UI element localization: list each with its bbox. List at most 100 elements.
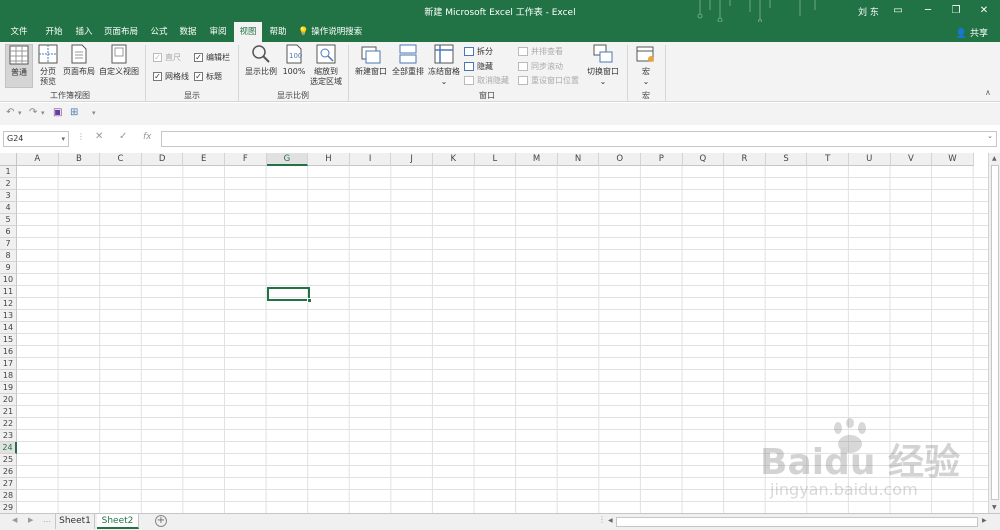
tab-view[interactable]: 视图 <box>234 22 262 42</box>
row-header[interactable]: 19 <box>0 382 17 394</box>
column-header[interactable]: J <box>391 153 433 166</box>
row-header[interactable]: 20 <box>0 394 17 406</box>
column-header[interactable]: Q <box>682 153 725 166</box>
column-header[interactable]: E <box>183 153 225 166</box>
restore-button[interactable]: ❐ <box>948 3 964 19</box>
close-button[interactable]: ✕ <box>976 3 992 19</box>
reset-position-button[interactable]: 重设窗口位置 <box>518 75 579 86</box>
more-sheets-icon[interactable]: … <box>43 515 51 524</box>
cancel-icon[interactable]: ✕ <box>95 131 103 142</box>
name-box[interactable]: G24 ▾ <box>3 131 69 147</box>
column-header[interactable]: B <box>58 153 101 166</box>
formula-bar-checkbox[interactable]: ✓ 编辑栏 <box>194 52 230 63</box>
hide-button[interactable]: 隐藏 <box>464 61 493 72</box>
more-options-icon[interactable]: ⋮ <box>77 132 85 141</box>
next-sheet-icon[interactable]: ▶ <box>28 516 33 524</box>
row-header[interactable]: 8 <box>0 250 17 262</box>
column-header[interactable]: L <box>474 153 517 166</box>
save-icon[interactable]: ▣ <box>53 107 62 118</box>
row-header[interactable]: 10 <box>0 274 17 286</box>
column-header[interactable]: T <box>807 153 849 166</box>
macros-button[interactable]: 宏 ⌄ <box>632 44 660 87</box>
freeze-panes-button[interactable]: 冻结窗格 ⌄ <box>427 44 461 87</box>
sheet-tab-sheet2[interactable]: Sheet2 <box>97 514 139 529</box>
row-header[interactable]: 24 <box>0 442 17 454</box>
user-name[interactable]: 刘 东 <box>858 5 879 18</box>
new-window-button[interactable]: 新建窗口 <box>353 44 389 77</box>
tab-help[interactable]: 帮助 <box>264 22 292 42</box>
column-header[interactable]: P <box>641 153 683 166</box>
row-header[interactable]: 28 <box>0 490 17 502</box>
tab-page-layout[interactable]: 页面布局 <box>101 22 141 42</box>
sync-scroll-button[interactable]: 同步滚动 <box>518 61 563 72</box>
ruler-checkbox[interactable]: ✓ 直尺 <box>153 52 181 63</box>
prev-sheet-icon[interactable]: ◀ <box>12 516 17 524</box>
tab-home[interactable]: 开始 <box>39 22 69 42</box>
sheet-tab-sheet1[interactable]: Sheet1 <box>55 514 95 529</box>
arrange-all-button[interactable]: 全部重排 <box>390 44 426 77</box>
row-header[interactable]: 1 <box>0 166 17 178</box>
tab-formulas[interactable]: 公式 <box>145 22 173 42</box>
row-header[interactable]: 13 <box>0 310 17 322</box>
scroll-up-icon[interactable]: ▲ <box>992 155 997 162</box>
tab-file[interactable]: 文件 <box>4 22 34 42</box>
row-header[interactable]: 21 <box>0 406 17 418</box>
page-layout-view-button[interactable]: 页面布局 <box>62 44 96 77</box>
column-header[interactable]: W <box>932 153 974 166</box>
customize-toolbar-icon[interactable]: ▾ <box>92 109 96 117</box>
zoom-button[interactable]: 显示比例 <box>243 44 279 77</box>
redo-icon[interactable]: ↷ <box>29 107 37 118</box>
formula-input[interactable]: ⌄ <box>161 131 997 147</box>
vertical-scrollbar[interactable]: ▲ ▼ <box>988 153 1000 513</box>
row-header[interactable]: 5 <box>0 214 17 226</box>
row-header[interactable]: 18 <box>0 370 17 382</box>
row-header[interactable]: 15 <box>0 334 17 346</box>
column-header[interactable]: V <box>890 153 933 166</box>
tab-insert[interactable]: 插入 <box>69 22 99 42</box>
split-button[interactable]: 拆分 <box>464 46 493 57</box>
expand-formula-icon[interactable]: ⌄ <box>987 132 993 140</box>
share-button[interactable]: 👤 共享 <box>956 26 988 39</box>
tab-review[interactable]: 审阅 <box>204 22 232 42</box>
column-header[interactable]: N <box>557 153 600 166</box>
row-header[interactable]: 6 <box>0 226 17 238</box>
row-header[interactable]: 4 <box>0 202 17 214</box>
tell-me-search[interactable]: 💡 操作说明搜索 <box>298 22 368 42</box>
collapse-ribbon-icon[interactable]: ∧ <box>985 88 991 97</box>
minimize-button[interactable]: ─ <box>920 3 936 19</box>
row-header[interactable]: 26 <box>0 466 17 478</box>
row-header[interactable]: 9 <box>0 262 17 274</box>
unhide-button[interactable]: 取消隐藏 <box>464 75 509 86</box>
normal-view-button[interactable]: 普通 <box>5 44 33 88</box>
scroll-down-icon[interactable]: ▼ <box>992 504 997 511</box>
row-header[interactable]: 2 <box>0 178 17 190</box>
row-header[interactable]: 17 <box>0 358 17 370</box>
column-header[interactable]: A <box>17 153 59 166</box>
row-header[interactable]: 11 <box>0 286 17 298</box>
row-header[interactable]: 3 <box>0 190 17 202</box>
column-header[interactable]: G <box>266 153 309 166</box>
scroll-right-icon[interactable]: ▶ <box>982 517 987 524</box>
headings-checkbox[interactable]: ✓ 标题 <box>194 71 222 82</box>
undo-dropdown-icon[interactable]: ▾ <box>18 109 22 117</box>
fill-handle[interactable] <box>307 298 312 303</box>
zoom-100-button[interactable]: 100 100% <box>281 44 307 77</box>
column-header[interactable]: C <box>100 153 142 166</box>
column-header[interactable]: F <box>225 153 267 166</box>
column-header[interactable]: U <box>849 153 891 166</box>
column-header[interactable]: D <box>141 153 184 166</box>
vertical-scroll-thumb[interactable] <box>991 165 999 500</box>
switch-windows-button[interactable]: 切换窗口 ⌄ <box>585 44 621 87</box>
row-header[interactable]: 7 <box>0 238 17 250</box>
column-header[interactable]: O <box>599 153 641 166</box>
name-box-dropdown-icon[interactable]: ▾ <box>61 132 65 146</box>
redo-dropdown-icon[interactable]: ▾ <box>41 109 45 117</box>
tab-split-handle-icon[interactable]: ⋮ <box>598 515 606 524</box>
tab-data[interactable]: 数据 <box>174 22 202 42</box>
row-header[interactable]: 27 <box>0 478 17 490</box>
column-header[interactable]: K <box>433 153 475 166</box>
insert-function-icon[interactable]: fx <box>143 132 152 142</box>
touch-mode-icon[interactable]: ⊞ <box>70 107 78 118</box>
row-header[interactable]: 22 <box>0 418 17 430</box>
row-header[interactable]: 23 <box>0 430 17 442</box>
